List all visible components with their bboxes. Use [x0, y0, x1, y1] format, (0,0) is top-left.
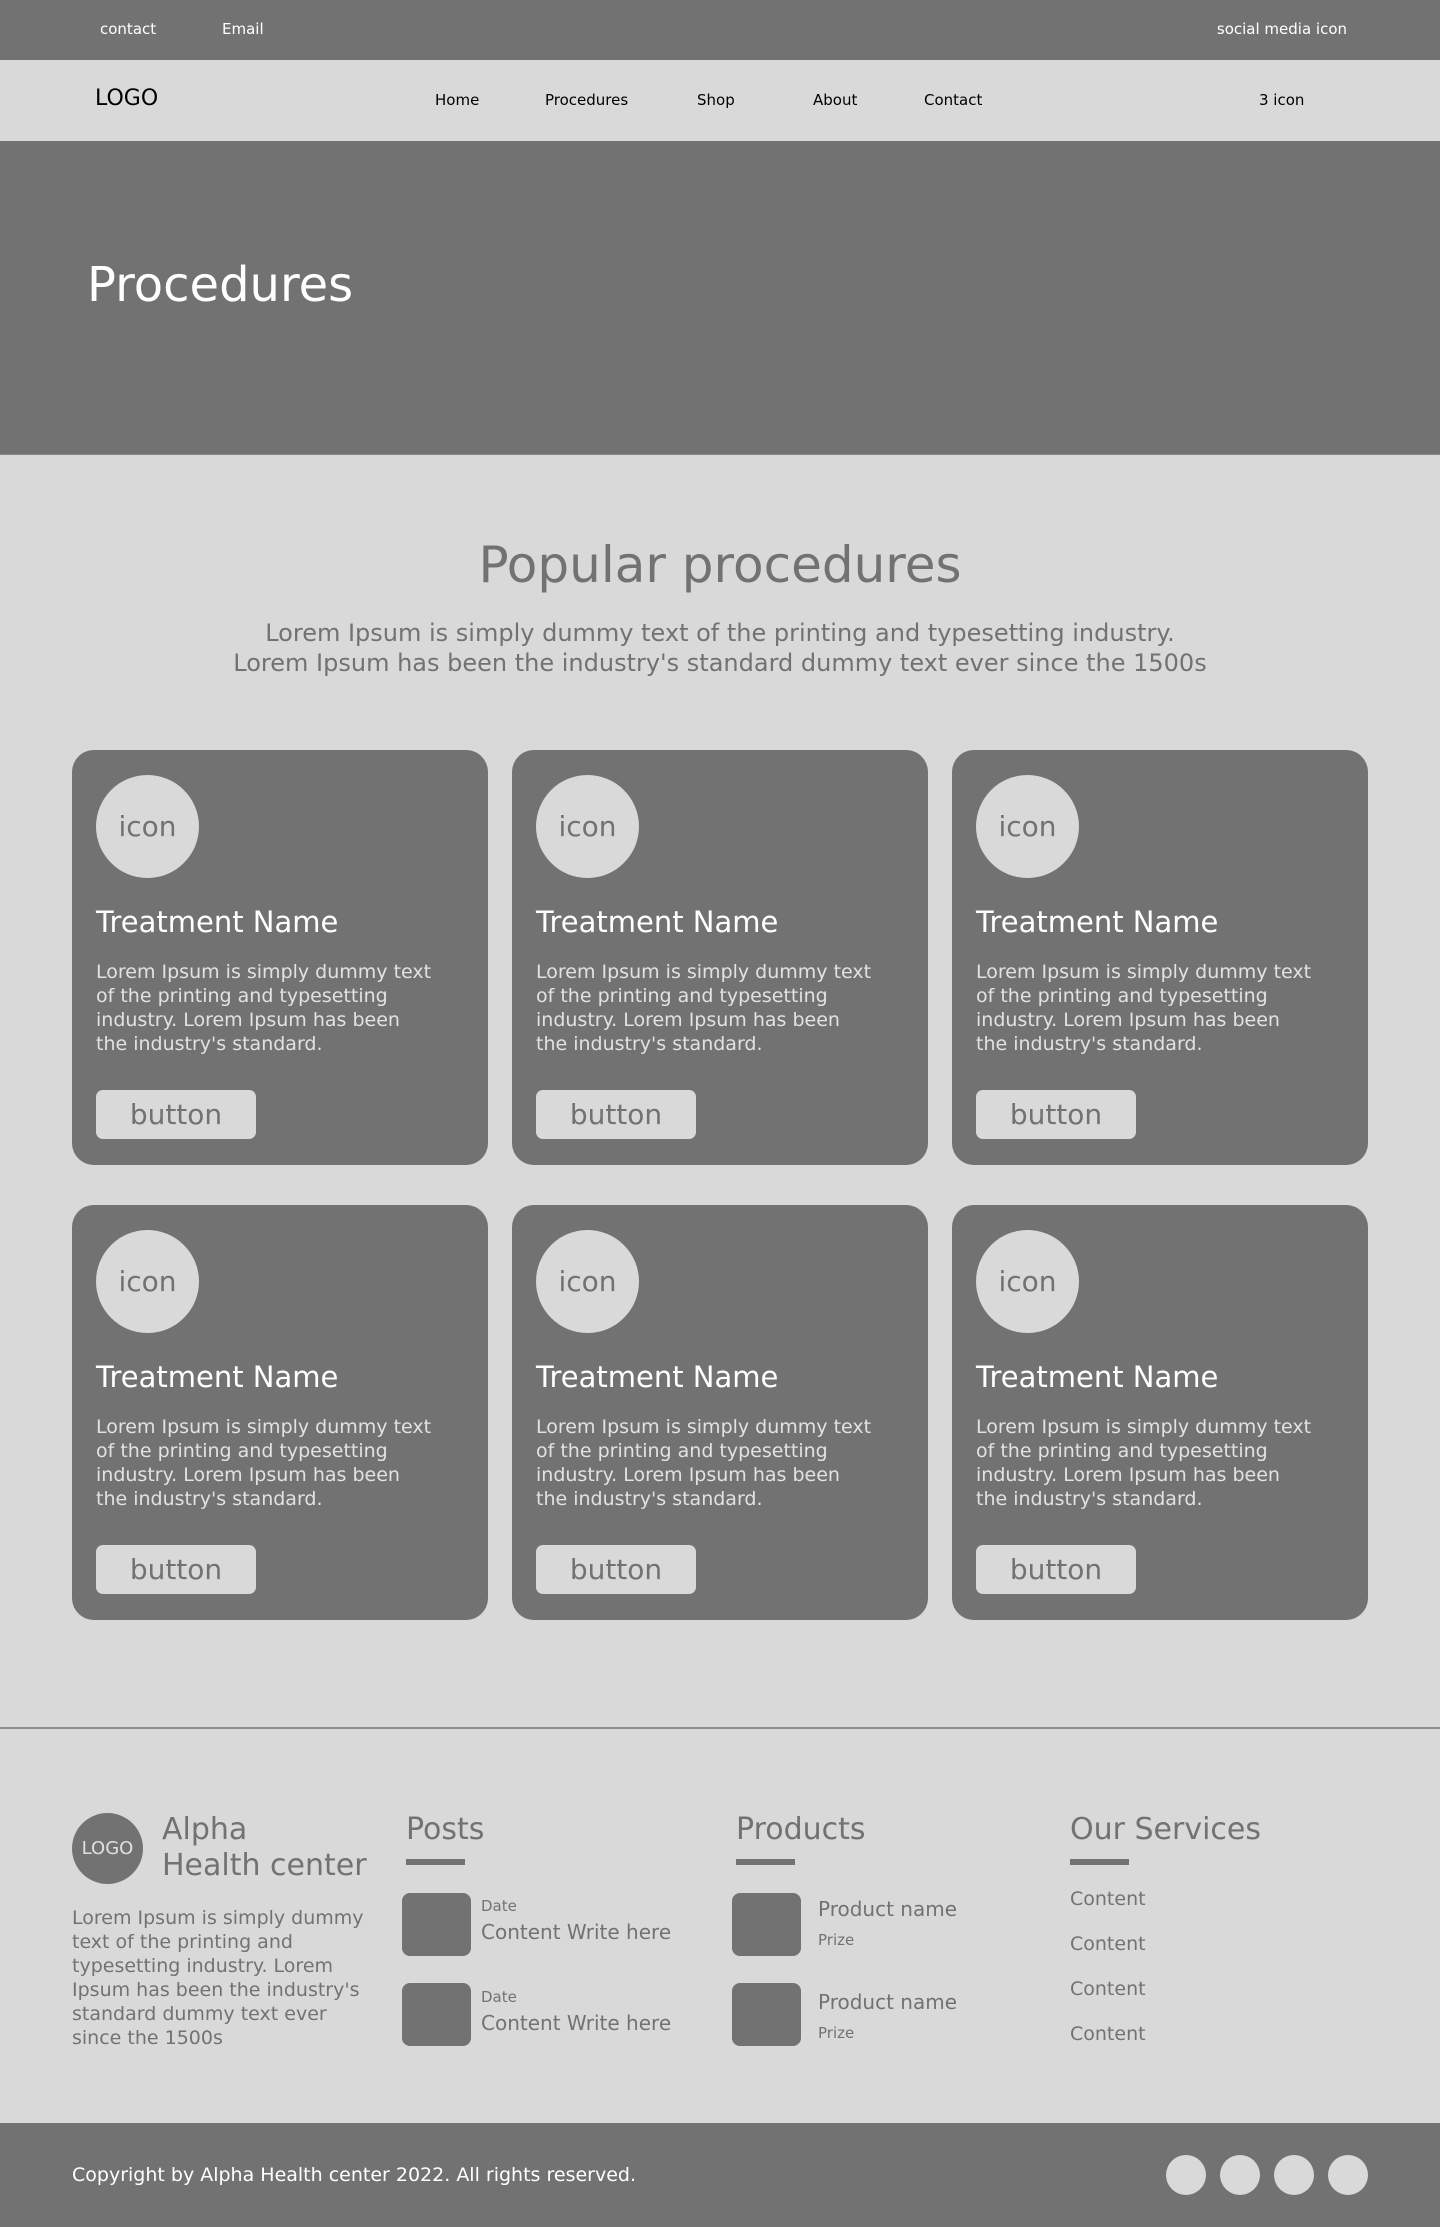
copyright-text: Copyright by Alpha Health center 2022. A…: [72, 2164, 637, 2186]
heading-underline: [406, 1859, 465, 1865]
post-date: Date: [481, 1897, 517, 1915]
logo[interactable]: LOGO: [95, 86, 158, 111]
treatment-name: Treatment Name: [96, 1360, 339, 1394]
section-subtitle-line: Lorem Ipsum has been the industry's stan…: [233, 649, 1207, 677]
card-button[interactable]: button: [976, 1090, 1136, 1139]
product-thumbnail[interactable]: [732, 1893, 801, 1956]
heading-underline: [1070, 1859, 1129, 1865]
brand-line: Alpha: [162, 1812, 248, 1847]
footer-brand-name: Alpha Health center: [162, 1812, 367, 1884]
social-icon[interactable]: [1166, 2155, 1206, 2195]
top-bar: contact Email social media icon: [0, 0, 1440, 60]
service-link[interactable]: Content: [1070, 1978, 1146, 2000]
treatment-icon: icon: [96, 775, 199, 878]
social-icon[interactable]: [1274, 2155, 1314, 2195]
nav-item-home[interactable]: Home: [435, 91, 479, 109]
procedure-card: icon Treatment Name Lorem Ipsum is simpl…: [512, 750, 928, 1165]
post-title-link[interactable]: Content Write here: [481, 2011, 671, 2035]
card-button[interactable]: button: [976, 1545, 1136, 1594]
service-link[interactable]: Content: [1070, 2023, 1146, 2045]
treatment-description: Lorem Ipsum is simply dummy text of the …: [976, 1416, 1312, 1510]
social-icon[interactable]: [1220, 2155, 1260, 2195]
treatment-description: Lorem Ipsum is simply dummy text of the …: [96, 961, 432, 1055]
treatment-name: Treatment Name: [536, 905, 779, 939]
product-name-link[interactable]: Product name: [818, 1897, 957, 1921]
product-thumbnail[interactable]: [732, 1983, 801, 2046]
footer-logo[interactable]: LOGO: [72, 1813, 143, 1884]
heading-underline: [736, 1859, 795, 1865]
product-prize: Prize: [818, 2024, 855, 2042]
nav-item-about[interactable]: About: [813, 91, 857, 109]
social-icon[interactable]: [1328, 2155, 1368, 2195]
brand-line: Health center: [162, 1848, 367, 1883]
procedure-card: icon Treatment Name Lorem Ipsum is simpl…: [72, 1205, 488, 1620]
treatment-icon: icon: [976, 775, 1079, 878]
card-button[interactable]: button: [96, 1545, 256, 1594]
treatment-name: Treatment Name: [536, 1360, 779, 1394]
email-link[interactable]: Email: [222, 20, 264, 38]
treatment-icon: icon: [536, 775, 639, 878]
treatment-name: Treatment Name: [96, 905, 339, 939]
footer-services-heading: Our Services: [1070, 1812, 1262, 1847]
nav-item-shop[interactable]: Shop: [697, 91, 735, 109]
treatment-description: Lorem Ipsum is simply dummy text of the …: [96, 1416, 432, 1510]
treatment-icon: icon: [536, 1230, 639, 1333]
footer-about-text: Lorem Ipsum is simply dummy text of the …: [72, 1907, 364, 2049]
treatment-description: Lorem Ipsum is simply dummy text of the …: [976, 961, 1312, 1055]
hero-banner: Procedures: [0, 141, 1440, 455]
nav-item-contact[interactable]: Contact: [924, 91, 982, 109]
section-title: Popular procedures: [478, 536, 962, 594]
treatment-description: Lorem Ipsum is simply dummy text of the …: [536, 961, 872, 1055]
contact-link[interactable]: contact: [100, 20, 156, 38]
page-title: Procedures: [87, 257, 354, 313]
post-date: Date: [481, 1988, 517, 2006]
card-button[interactable]: button: [96, 1090, 256, 1139]
post-thumbnail[interactable]: [402, 1893, 471, 1956]
post-title-link[interactable]: Content Write here: [481, 1920, 671, 1944]
section-subtitle-line: Lorem Ipsum is simply dummy text of the …: [265, 619, 1175, 647]
product-name-link[interactable]: Product name: [818, 1990, 957, 2014]
social-media-icon[interactable]: social media icon: [1217, 20, 1347, 38]
treatment-name: Treatment Name: [976, 905, 1219, 939]
main-navbar: LOGO Home Procedures Shop About Contact …: [0, 60, 1440, 141]
footer-divider: [0, 1727, 1440, 1729]
treatment-name: Treatment Name: [976, 1360, 1219, 1394]
footer-posts-heading: Posts: [406, 1812, 485, 1847]
procedure-card: icon Treatment Name Lorem Ipsum is simpl…: [952, 750, 1368, 1165]
service-link[interactable]: Content: [1070, 1888, 1146, 1910]
footer-products-heading: Products: [736, 1812, 866, 1847]
procedure-card: icon Treatment Name Lorem Ipsum is simpl…: [72, 750, 488, 1165]
procedure-card: icon Treatment Name Lorem Ipsum is simpl…: [952, 1205, 1368, 1620]
card-button[interactable]: button: [536, 1090, 696, 1139]
header-icons[interactable]: 3 icon: [1259, 91, 1304, 109]
nav-item-procedures[interactable]: Procedures: [545, 91, 628, 109]
card-button[interactable]: button: [536, 1545, 696, 1594]
treatment-description: Lorem Ipsum is simply dummy text of the …: [536, 1416, 872, 1510]
copyright-bar: Copyright by Alpha Health center 2022. A…: [0, 2123, 1440, 2227]
post-thumbnail[interactable]: [402, 1983, 471, 2046]
service-link[interactable]: Content: [1070, 1933, 1146, 1955]
section-subtitle: Lorem Ipsum is simply dummy text of the …: [0, 618, 1440, 678]
product-prize: Prize: [818, 1931, 855, 1949]
procedure-card: icon Treatment Name Lorem Ipsum is simpl…: [512, 1205, 928, 1620]
treatment-icon: icon: [976, 1230, 1079, 1333]
treatment-icon: icon: [96, 1230, 199, 1333]
